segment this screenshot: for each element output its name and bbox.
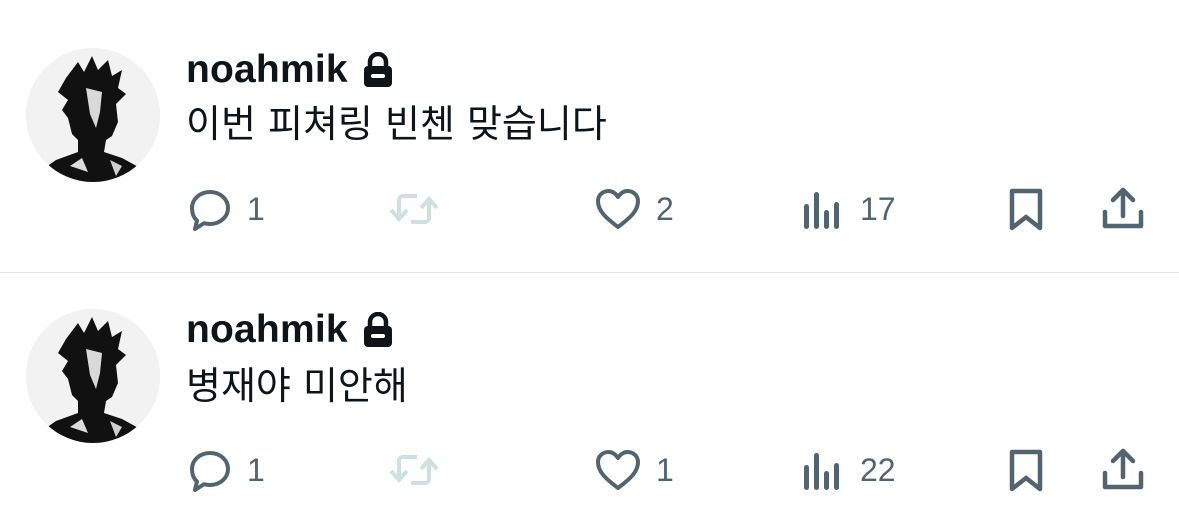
avatar[interactable]: [26, 309, 160, 443]
share-button[interactable]: [1100, 445, 1146, 495]
reply-button[interactable]: 1: [187, 445, 265, 495]
username[interactable]: noahmik: [186, 48, 348, 92]
share-button[interactable]: [1100, 184, 1146, 234]
avatar[interactable]: [26, 48, 160, 182]
share-icon: [1102, 187, 1144, 229]
bookmark-button[interactable]: [1006, 445, 1046, 495]
views-icon: [804, 453, 839, 490]
reply-icon: [190, 451, 230, 492]
post-text: 병재야 미안해: [186, 364, 408, 408]
repost-button[interactable]: [387, 184, 455, 234]
share-icon: [1102, 448, 1144, 490]
like-count: 1: [656, 452, 674, 488]
reply-icon: [190, 190, 230, 231]
bookmark-icon: [1009, 449, 1043, 492]
like-count: 2: [656, 191, 674, 227]
repost-icon: [389, 455, 439, 485]
post[interactable]: noahmik 병재야 미안해 1 1 22: [0, 262, 1179, 524]
repost-button[interactable]: [387, 445, 455, 495]
action-bar: 1 1 22: [0, 445, 1179, 495]
author-row: noahmik: [186, 48, 394, 92]
bookmark-icon: [1009, 188, 1043, 231]
views-count: 22: [860, 452, 896, 488]
lock-icon: [362, 51, 394, 88]
like-button[interactable]: 1: [594, 445, 674, 495]
reply-count: 1: [247, 191, 265, 227]
action-bar: 1 2 17: [0, 184, 1179, 234]
heart-icon: [596, 189, 640, 229]
views-count: 17: [860, 191, 896, 227]
reply-button[interactable]: 1: [187, 184, 265, 234]
reply-count: 1: [247, 452, 265, 488]
bookmark-button[interactable]: [1006, 184, 1046, 234]
views-button[interactable]: 17: [802, 184, 896, 234]
views-icon: [804, 192, 839, 229]
username[interactable]: noahmik: [186, 308, 348, 352]
lock-icon: [362, 311, 394, 348]
author-row: noahmik: [186, 308, 394, 352]
repost-icon: [389, 194, 439, 224]
views-button[interactable]: 22: [802, 445, 896, 495]
post-text: 이번 피쳐링 빈첸 맞습니다: [186, 102, 607, 146]
post[interactable]: noahmik 이번 피쳐링 빈첸 맞습니다 1 2 17: [0, 0, 1179, 262]
heart-icon: [596, 450, 640, 490]
like-button[interactable]: 2: [594, 184, 674, 234]
